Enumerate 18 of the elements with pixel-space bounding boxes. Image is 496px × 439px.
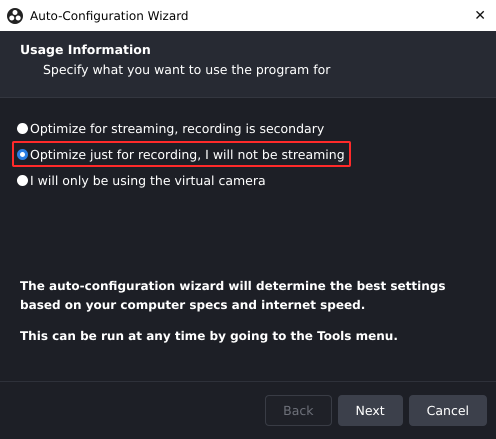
info-text: The auto-configuration wizard will determine the best settings based on your computer specs and internet speed. — [20, 278, 446, 314]
app-logo-icon — [7, 8, 23, 24]
page-subtitle: Specify what you want to use the program for — [43, 62, 332, 77]
radio-button[interactable] — [17, 148, 28, 160]
radio-button[interactable] — [17, 174, 28, 186]
radio-option[interactable]: I will only be using the virtual camera — [12, 167, 272, 193]
radio-option[interactable]: Optimize just for recording, I will not be streaming — [12, 141, 351, 167]
option-label: Optimize for streaming, recording is secondary — [30, 120, 324, 136]
close-button[interactable]: ✕ — [474, 8, 486, 24]
radio-button[interactable] — [17, 122, 28, 134]
wizard-button[interactable]: Next — [338, 395, 403, 426]
option-label: Optimize just for recording, I will not be streaming — [30, 146, 345, 162]
radio-option[interactable]: Optimize for streaming, recording is secondary — [12, 115, 330, 141]
window-title: Auto-Configuration Wizard — [30, 8, 190, 22]
option-label: I will only be using the virtual camera — [30, 172, 266, 188]
info-text: This can be run at any time by going to the Tools menu. — [20, 328, 399, 345]
wizard-button[interactable]: Cancel — [408, 395, 487, 426]
page-title: Usage Information — [20, 42, 152, 57]
